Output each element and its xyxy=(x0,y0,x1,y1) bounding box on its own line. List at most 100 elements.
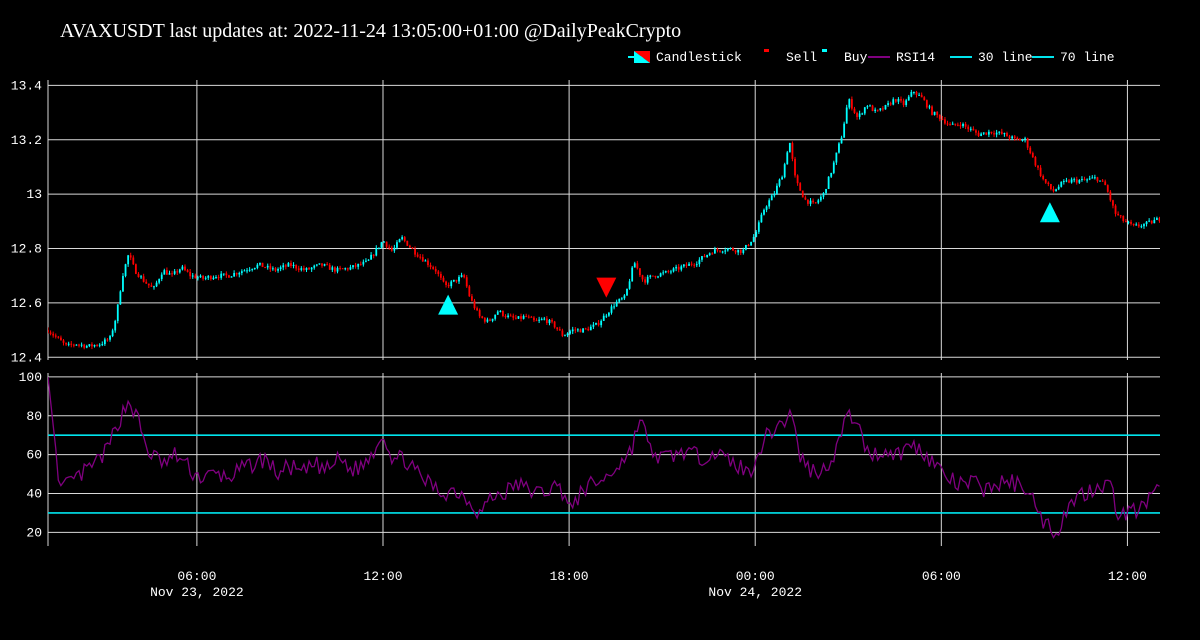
candle-body xyxy=(439,273,442,278)
candle-body xyxy=(1148,220,1151,222)
candle-body xyxy=(768,200,771,207)
candle-body xyxy=(49,332,52,334)
candle-body xyxy=(1034,157,1037,166)
legend-sell-swatch xyxy=(764,49,769,52)
candle-body xyxy=(1062,180,1065,182)
candle-body xyxy=(290,263,292,266)
candle-body xyxy=(235,273,238,275)
candle-body xyxy=(902,100,905,105)
price-tick-label: 12.4 xyxy=(11,350,42,365)
candle-body xyxy=(597,322,600,326)
candle-body xyxy=(923,97,926,101)
candle-body xyxy=(463,275,466,278)
candle-body xyxy=(450,281,453,287)
candle-body xyxy=(264,267,267,269)
candle-body xyxy=(732,248,734,251)
candle-body xyxy=(142,276,145,282)
candle-body xyxy=(1081,179,1083,181)
candle-body xyxy=(794,158,796,176)
candle-body xyxy=(429,265,432,267)
candle-body xyxy=(502,310,504,316)
buy-marker xyxy=(438,294,459,315)
candle-body xyxy=(1155,218,1158,220)
candle-body xyxy=(181,266,184,270)
candle-body xyxy=(147,283,150,286)
candle-body xyxy=(631,267,634,282)
candle-body xyxy=(615,301,618,307)
candle-body xyxy=(111,330,114,337)
candle-body xyxy=(419,256,422,258)
candle-body xyxy=(944,119,946,124)
candle-body xyxy=(520,316,522,319)
candle-body xyxy=(977,132,980,137)
candle-body xyxy=(592,324,595,327)
candle-body xyxy=(160,274,163,280)
candle-body xyxy=(742,249,745,253)
candle-body xyxy=(106,339,109,341)
candle-body xyxy=(269,265,272,270)
rsi-tick-label: 80 xyxy=(26,409,42,424)
legend-item-line30: 30 line xyxy=(950,50,1033,65)
candle-body xyxy=(538,319,541,321)
candle-body xyxy=(817,200,820,203)
candle-body xyxy=(310,267,313,270)
candle-body xyxy=(783,164,786,178)
candle-body xyxy=(186,270,189,272)
candle-body xyxy=(308,268,310,270)
candle-body xyxy=(729,248,732,250)
rsi-axis: 20 40 60 80 100 xyxy=(19,370,49,546)
candle-body xyxy=(928,106,931,108)
candle-body xyxy=(375,248,378,256)
rsi-grid xyxy=(48,373,1160,546)
candle-body xyxy=(331,267,334,270)
candle-body xyxy=(589,326,592,331)
candle-body xyxy=(566,333,569,336)
candle-body xyxy=(633,263,636,268)
legend-label: 30 line xyxy=(978,50,1033,65)
candle-body xyxy=(910,92,913,97)
candle-body xyxy=(318,263,321,265)
candle-body xyxy=(1083,179,1086,181)
rsi-tick-label: 40 xyxy=(26,487,42,502)
candle-body xyxy=(287,263,290,267)
candle-body xyxy=(737,249,740,253)
candle-body xyxy=(850,99,853,109)
rsi-tick-label: 60 xyxy=(26,448,42,463)
candle-body xyxy=(610,306,613,313)
candle-body xyxy=(688,263,690,266)
candle-body xyxy=(1137,224,1140,227)
candle-body xyxy=(215,277,217,279)
candle-body xyxy=(447,284,450,287)
candle-body xyxy=(639,268,641,276)
candle-body xyxy=(871,105,874,112)
candle-body xyxy=(887,103,889,105)
candle-body xyxy=(207,276,210,278)
candle-body xyxy=(897,99,900,102)
candle-body xyxy=(390,247,393,251)
candle-body xyxy=(352,265,354,268)
candle-body xyxy=(564,335,566,337)
legend-label: RSI14 xyxy=(896,50,935,65)
candle-body xyxy=(403,237,406,241)
candle-body xyxy=(739,249,742,253)
candle-body xyxy=(432,266,435,269)
candle-body xyxy=(302,268,305,271)
candle-body xyxy=(533,317,535,321)
candle-body xyxy=(755,231,758,237)
candle-body xyxy=(1068,180,1070,183)
candle-body xyxy=(1101,180,1104,182)
candle-body xyxy=(1112,200,1114,206)
candle-body xyxy=(62,340,65,343)
candle-body xyxy=(127,255,130,265)
candle-body xyxy=(155,282,158,287)
legend-item-line70: 70 line xyxy=(1032,50,1115,65)
candle-body xyxy=(853,108,856,113)
candle-body xyxy=(657,276,659,278)
candle-body xyxy=(406,240,409,246)
time-tick-label: 06:00 xyxy=(177,569,216,584)
candle-body xyxy=(189,271,192,277)
candle-body xyxy=(858,113,861,117)
candle-body xyxy=(866,106,869,108)
candle-body xyxy=(874,109,877,112)
candle-body xyxy=(1024,138,1026,140)
